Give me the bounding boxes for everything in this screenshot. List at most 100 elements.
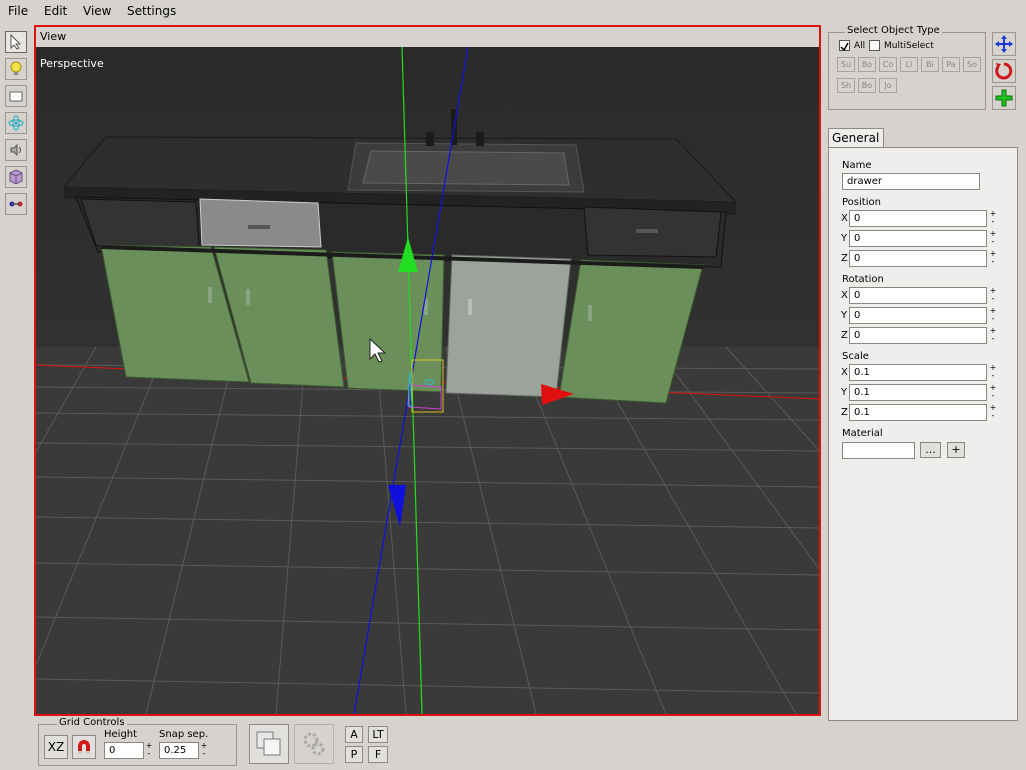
type-button-bi[interactable]: Bi (921, 57, 939, 72)
grid-plane-button[interactable]: XZ (44, 735, 68, 759)
type-button-li[interactable]: Li (900, 57, 918, 72)
name-field[interactable]: drawer (842, 173, 980, 190)
viewport[interactable]: View Perspective (34, 25, 821, 716)
plane-icon (9, 91, 23, 102)
all-checkbox[interactable] (839, 40, 850, 52)
menu-file[interactable]: File (8, 4, 28, 18)
snap-separation-label: Snap sep. (159, 729, 209, 740)
select-tool-button[interactable] (5, 31, 27, 53)
grid-height-field[interactable]: 0 (104, 742, 144, 759)
group-settings-button[interactable] (294, 724, 334, 764)
cube-tool-button[interactable] (5, 166, 27, 188)
checkmark-icon (840, 42, 849, 52)
rotation-y-spinner[interactable]: + - (989, 307, 997, 324)
joint-tool-button[interactable] (5, 193, 27, 215)
grid-snap-button[interactable] (72, 735, 96, 759)
rotation-x-field[interactable]: 0 (849, 287, 987, 304)
rotate-mode-button[interactable] (992, 59, 1016, 83)
scale-z-spinner[interactable]: + - (989, 404, 997, 421)
move-arrows-icon (995, 35, 1013, 53)
multiselect-label: MultiSelect (884, 41, 934, 51)
scale-label: Scale (842, 351, 869, 362)
rotation-y-axis-label: Y (841, 310, 848, 321)
scale-y-axis-label: Y (841, 387, 848, 398)
scale-y-field[interactable]: 0.1 (849, 384, 987, 401)
position-y-spinner[interactable]: + - (989, 230, 997, 247)
type-button-bo-2[interactable]: Bo (858, 78, 876, 93)
rotation-x-spinner[interactable]: + - (989, 287, 997, 304)
grid-height-label: Height (104, 729, 138, 740)
viewport-title: View (40, 30, 67, 43)
position-z-spinner[interactable]: + - (989, 250, 997, 267)
position-x-field[interactable]: 0 (849, 210, 987, 227)
scale-mode-button[interactable] (992, 86, 1016, 110)
scale-icon (995, 89, 1013, 107)
view-f-button[interactable]: F (368, 746, 388, 763)
position-z-axis-label: Z (841, 253, 848, 264)
name-label: Name (842, 160, 872, 171)
rotation-label: Rotation (842, 274, 884, 285)
magnet-icon (78, 740, 90, 754)
material-label: Material (842, 428, 883, 439)
tab-general[interactable]: General (828, 128, 884, 148)
type-button-co[interactable]: Co (879, 57, 897, 72)
position-label: Position (842, 197, 881, 208)
position-y-axis-label: Y (841, 233, 848, 244)
type-button-pa[interactable]: Pa (942, 57, 960, 72)
rotation-z-field[interactable]: 0 (849, 327, 987, 344)
copy-icon (256, 731, 281, 756)
plane-tool-button[interactable] (5, 85, 27, 107)
cursor-icon (10, 34, 22, 50)
rotate-icon (995, 62, 1013, 80)
grid-height-spinner[interactable]: + - (145, 742, 153, 759)
duplicate-button[interactable] (249, 724, 289, 764)
sound-tool-button[interactable] (5, 139, 27, 161)
atom-icon (8, 115, 24, 131)
speaker-icon (10, 143, 21, 157)
rotation-y-field[interactable]: 0 (849, 307, 987, 324)
position-z-field[interactable]: 0 (849, 250, 987, 267)
particle-tool-button[interactable] (5, 112, 27, 134)
type-button-so[interactable]: So (963, 57, 981, 72)
lightbulb-icon (10, 61, 22, 75)
multiselect-checkbox[interactable] (869, 40, 880, 51)
snap-separation-spinner[interactable]: + - (200, 742, 208, 759)
snap-separation-field[interactable]: 0.25 (159, 742, 199, 759)
type-button-sh[interactable]: Sh (837, 78, 855, 93)
position-x-spinner[interactable]: + - (989, 210, 997, 227)
move-mode-button[interactable] (992, 32, 1016, 56)
scale-x-axis-label: X (841, 367, 848, 378)
cube-icon (9, 169, 23, 185)
menu-view[interactable]: View (83, 4, 111, 18)
rotation-z-axis-label: Z (841, 330, 848, 341)
scale-z-field[interactable]: 0.1 (849, 404, 987, 421)
type-button-bo[interactable]: Bo (858, 57, 876, 72)
menu-edit[interactable]: Edit (44, 4, 67, 18)
view-a-button[interactable]: A (345, 726, 363, 743)
gears-icon (303, 732, 325, 756)
type-button-su[interactable]: Su (837, 57, 855, 72)
scale-y-spinner[interactable]: + - (989, 384, 997, 401)
grid-controls-title: Grid Controls (57, 717, 127, 728)
scene-canvas[interactable] (36, 47, 819, 714)
rotation-z-spinner[interactable]: + - (989, 327, 997, 344)
material-add-button[interactable]: + (947, 442, 965, 458)
floor-grid (36, 346, 819, 714)
select-object-type-title: Select Object Type (845, 25, 942, 36)
material-browse-button[interactable]: ... (920, 442, 941, 458)
rotation-x-axis-label: X (841, 290, 848, 301)
all-label: All (854, 41, 866, 51)
light-tool-button[interactable] (5, 58, 27, 80)
menu-settings[interactable]: Settings (127, 4, 176, 18)
view-p-button[interactable]: P (345, 746, 363, 763)
position-y-field[interactable]: 0 (849, 230, 987, 247)
menu-bar: File Edit View Settings (0, 0, 1026, 22)
scale-z-axis-label: Z (841, 407, 848, 418)
viewport-header: View (36, 27, 819, 47)
scale-x-spinner[interactable]: + - (989, 364, 997, 381)
type-button-jo[interactable]: Jo (879, 78, 897, 93)
scale-x-field[interactable]: 0.1 (849, 364, 987, 381)
material-field[interactable] (842, 442, 915, 459)
joint-icon (9, 201, 23, 207)
view-lt-button[interactable]: LT (368, 726, 388, 743)
